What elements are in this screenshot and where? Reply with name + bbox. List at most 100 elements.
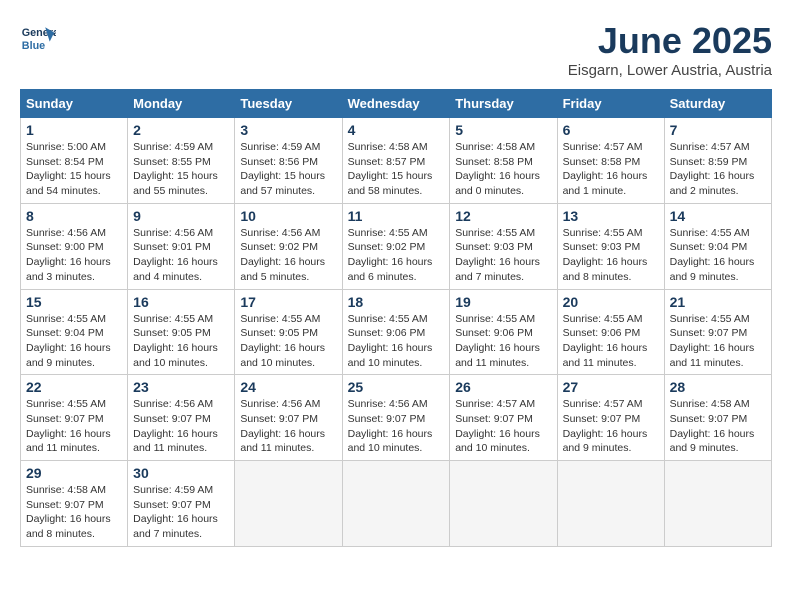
calendar-cell: 6Sunrise: 4:57 AM Sunset: 8:58 PM Daylig…	[557, 118, 664, 204]
day-info: Sunrise: 4:56 AM Sunset: 9:07 PM Dayligh…	[240, 397, 336, 456]
calendar-cell: 29 Sunrise: 4:58 AM Sunset: 9:07 PM Dayli…	[21, 461, 128, 547]
day-number: 27	[563, 379, 659, 395]
calendar-cell: 25 Sunrise: 4:56 AM Sunset: 9:07 PM Dayli…	[342, 375, 450, 461]
column-header-thursday: Thursday	[450, 90, 557, 118]
day-number: 5	[455, 122, 551, 138]
day-number: 1	[26, 122, 122, 138]
calendar-cell	[450, 461, 557, 547]
day-number: 25	[348, 379, 445, 395]
calendar-cell: 14 Sunrise: 4:55 AM Sunset: 9:04 PM Dayli…	[664, 203, 771, 289]
calendar-cell: 13Sunrise: 4:55 AM Sunset: 9:03 PM Dayli…	[557, 203, 664, 289]
calendar-cell: 17Sunrise: 4:55 AM Sunset: 9:05 PM Dayli…	[235, 289, 342, 375]
day-info: Sunrise: 4:56 AM Sunset: 9:07 PM Dayligh…	[348, 397, 445, 456]
day-number: 30	[133, 465, 229, 481]
day-number: 19	[455, 294, 551, 310]
day-info: Sunrise: 4:55 AM Sunset: 9:06 PM Dayligh…	[348, 312, 445, 371]
day-info: Sunrise: 4:55 AM Sunset: 9:04 PM Dayligh…	[670, 226, 766, 285]
day-number: 10	[240, 208, 336, 224]
day-number: 16	[133, 294, 229, 310]
day-number: 20	[563, 294, 659, 310]
day-info: Sunrise: 4:55 AM Sunset: 9:05 PM Dayligh…	[133, 312, 229, 371]
day-number: 21	[670, 294, 766, 310]
calendar-cell: 5 Sunrise: 4:58 AM Sunset: 8:58 PM Daylig…	[450, 118, 557, 204]
day-number: 26	[455, 379, 551, 395]
logo-icon: General Blue	[20, 20, 56, 56]
calendar-cell: 8 Sunrise: 4:56 AM Sunset: 9:00 PM Daylig…	[21, 203, 128, 289]
title-block: June 2025 Eisgarn, Lower Austria, Austri…	[568, 20, 772, 79]
day-info: Sunrise: 4:57 AM Sunset: 8:59 PM Dayligh…	[670, 140, 766, 199]
day-number: 18	[348, 294, 445, 310]
day-number: 17	[240, 294, 336, 310]
day-number: 8	[26, 208, 122, 224]
calendar-week-row: 29 Sunrise: 4:58 AM Sunset: 9:07 PM Dayli…	[21, 461, 772, 547]
location-title: Eisgarn, Lower Austria, Austria	[568, 62, 772, 79]
day-number: 4	[348, 122, 445, 138]
day-number: 9	[133, 208, 229, 224]
day-info: Sunrise: 4:59 AM Sunset: 8:56 PM Dayligh…	[240, 140, 336, 199]
day-info: Sunrise: 4:57 AM Sunset: 9:07 PM Dayligh…	[455, 397, 551, 456]
day-info: Sunrise: 4:58 AM Sunset: 8:58 PM Dayligh…	[455, 140, 551, 199]
column-header-monday: Monday	[128, 90, 235, 118]
calendar-cell: 2 Sunrise: 4:59 AM Sunset: 8:55 PM Daylig…	[128, 118, 235, 204]
day-info: Sunrise: 4:58 AM Sunset: 9:07 PM Dayligh…	[26, 483, 122, 542]
day-info: Sunrise: 4:56 AM Sunset: 9:02 PM Dayligh…	[240, 226, 336, 285]
day-number: 24	[240, 379, 336, 395]
day-number: 2	[133, 122, 229, 138]
calendar-cell: 23 Sunrise: 4:56 AM Sunset: 9:07 PM Dayli…	[128, 375, 235, 461]
day-info: Sunrise: 4:56 AM Sunset: 9:07 PM Dayligh…	[133, 397, 229, 456]
calendar-week-row: 8 Sunrise: 4:56 AM Sunset: 9:00 PM Daylig…	[21, 203, 772, 289]
day-info: Sunrise: 4:55 AM Sunset: 9:03 PM Dayligh…	[455, 226, 551, 285]
calendar-cell: 26 Sunrise: 4:57 AM Sunset: 9:07 PM Dayli…	[450, 375, 557, 461]
day-info: Sunrise: 4:55 AM Sunset: 9:04 PM Dayligh…	[26, 312, 122, 371]
column-header-sunday: Sunday	[21, 90, 128, 118]
column-header-tuesday: Tuesday	[235, 90, 342, 118]
calendar-cell	[235, 461, 342, 547]
day-number: 28	[670, 379, 766, 395]
calendar-cell: 1 Sunrise: 5:00 AM Sunset: 8:54 PM Daylig…	[21, 118, 128, 204]
day-number: 29	[26, 465, 122, 481]
day-info: Sunrise: 4:56 AM Sunset: 9:00 PM Dayligh…	[26, 226, 122, 285]
calendar-cell: 20Sunrise: 4:55 AM Sunset: 9:06 PM Dayli…	[557, 289, 664, 375]
day-info: Sunrise: 4:55 AM Sunset: 9:06 PM Dayligh…	[455, 312, 551, 371]
day-info: Sunrise: 4:57 AM Sunset: 8:58 PM Dayligh…	[563, 140, 659, 199]
calendar-cell: 16 Sunrise: 4:55 AM Sunset: 9:05 PM Dayli…	[128, 289, 235, 375]
calendar-cell: 22 Sunrise: 4:55 AM Sunset: 9:07 PM Dayli…	[21, 375, 128, 461]
column-header-saturday: Saturday	[664, 90, 771, 118]
column-header-wednesday: Wednesday	[342, 90, 450, 118]
calendar-cell: 30Sunrise: 4:59 AM Sunset: 9:07 PM Dayli…	[128, 461, 235, 547]
calendar-cell	[342, 461, 450, 547]
day-number: 3	[240, 122, 336, 138]
calendar-header-row: SundayMondayTuesdayWednesdayThursdayFrid…	[21, 90, 772, 118]
calendar-cell: 11Sunrise: 4:55 AM Sunset: 9:02 PM Dayli…	[342, 203, 450, 289]
day-info: Sunrise: 4:58 AM Sunset: 9:07 PM Dayligh…	[670, 397, 766, 456]
day-number: 7	[670, 122, 766, 138]
calendar-cell: 12 Sunrise: 4:55 AM Sunset: 9:03 PM Dayli…	[450, 203, 557, 289]
day-info: Sunrise: 4:59 AM Sunset: 8:55 PM Dayligh…	[133, 140, 229, 199]
day-info: Sunrise: 4:55 AM Sunset: 9:07 PM Dayligh…	[26, 397, 122, 456]
day-info: Sunrise: 5:00 AM Sunset: 8:54 PM Dayligh…	[26, 140, 122, 199]
calendar-week-row: 15Sunrise: 4:55 AM Sunset: 9:04 PM Dayli…	[21, 289, 772, 375]
day-info: Sunrise: 4:58 AM Sunset: 8:57 PM Dayligh…	[348, 140, 445, 199]
calendar-cell: 10 Sunrise: 4:56 AM Sunset: 9:02 PM Dayli…	[235, 203, 342, 289]
calendar-cell: 18 Sunrise: 4:55 AM Sunset: 9:06 PM Dayli…	[342, 289, 450, 375]
calendar-cell: 4 Sunrise: 4:58 AM Sunset: 8:57 PM Daylig…	[342, 118, 450, 204]
calendar-week-row: 22 Sunrise: 4:55 AM Sunset: 9:07 PM Dayli…	[21, 375, 772, 461]
day-info: Sunrise: 4:57 AM Sunset: 9:07 PM Dayligh…	[563, 397, 659, 456]
calendar-cell	[557, 461, 664, 547]
day-number: 14	[670, 208, 766, 224]
calendar-cell	[664, 461, 771, 547]
calendar-cell: 19 Sunrise: 4:55 AM Sunset: 9:06 PM Dayli…	[450, 289, 557, 375]
day-number: 12	[455, 208, 551, 224]
calendar-cell: 27 Sunrise: 4:57 AM Sunset: 9:07 PM Dayli…	[557, 375, 664, 461]
calendar-cell: 3 Sunrise: 4:59 AM Sunset: 8:56 PM Daylig…	[235, 118, 342, 204]
calendar-cell: 24 Sunrise: 4:56 AM Sunset: 9:07 PM Dayli…	[235, 375, 342, 461]
svg-text:Blue: Blue	[22, 40, 45, 52]
calendar-cell: 15Sunrise: 4:55 AM Sunset: 9:04 PM Dayli…	[21, 289, 128, 375]
day-info: Sunrise: 4:56 AM Sunset: 9:01 PM Dayligh…	[133, 226, 229, 285]
calendar-table: SundayMondayTuesdayWednesdayThursdayFrid…	[20, 89, 772, 547]
day-number: 23	[133, 379, 229, 395]
column-header-friday: Friday	[557, 90, 664, 118]
day-number: 22	[26, 379, 122, 395]
day-number: 11	[348, 208, 445, 224]
day-info: Sunrise: 4:55 AM Sunset: 9:03 PM Dayligh…	[563, 226, 659, 285]
